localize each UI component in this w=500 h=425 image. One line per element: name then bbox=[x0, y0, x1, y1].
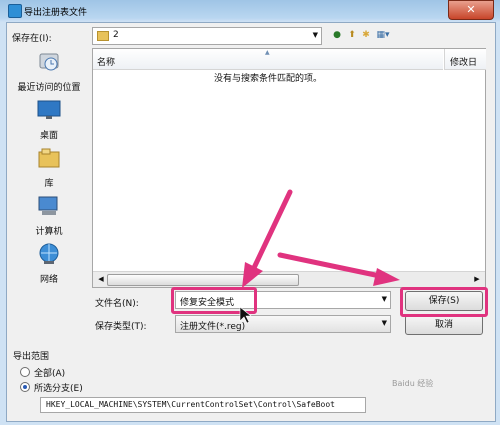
radio-branch[interactable] bbox=[20, 382, 30, 392]
arrow-to-filename bbox=[249, 189, 293, 275]
radio-all[interactable] bbox=[20, 367, 30, 377]
radio-branch-label: 所选分支(E) bbox=[34, 384, 83, 394]
export-range-title: 导出范围 bbox=[13, 352, 50, 362]
arrowhead-save bbox=[373, 268, 400, 286]
arrow-to-save bbox=[277, 252, 383, 279]
branch-path-input[interactable]: HKEY_LOCAL_MACHINE\SYSTEM\CurrentControl… bbox=[40, 397, 366, 413]
annotation-arrows bbox=[239, 189, 400, 324]
radio-all-label: 全部(A) bbox=[34, 369, 66, 379]
branch-path-value: HKEY_LOCAL_MACHINE\SYSTEM\CurrentControl… bbox=[46, 400, 335, 409]
watermark: Baidu 经验 bbox=[392, 379, 434, 388]
mouse-cursor-icon bbox=[239, 306, 252, 324]
arrowhead-filename bbox=[242, 262, 263, 288]
